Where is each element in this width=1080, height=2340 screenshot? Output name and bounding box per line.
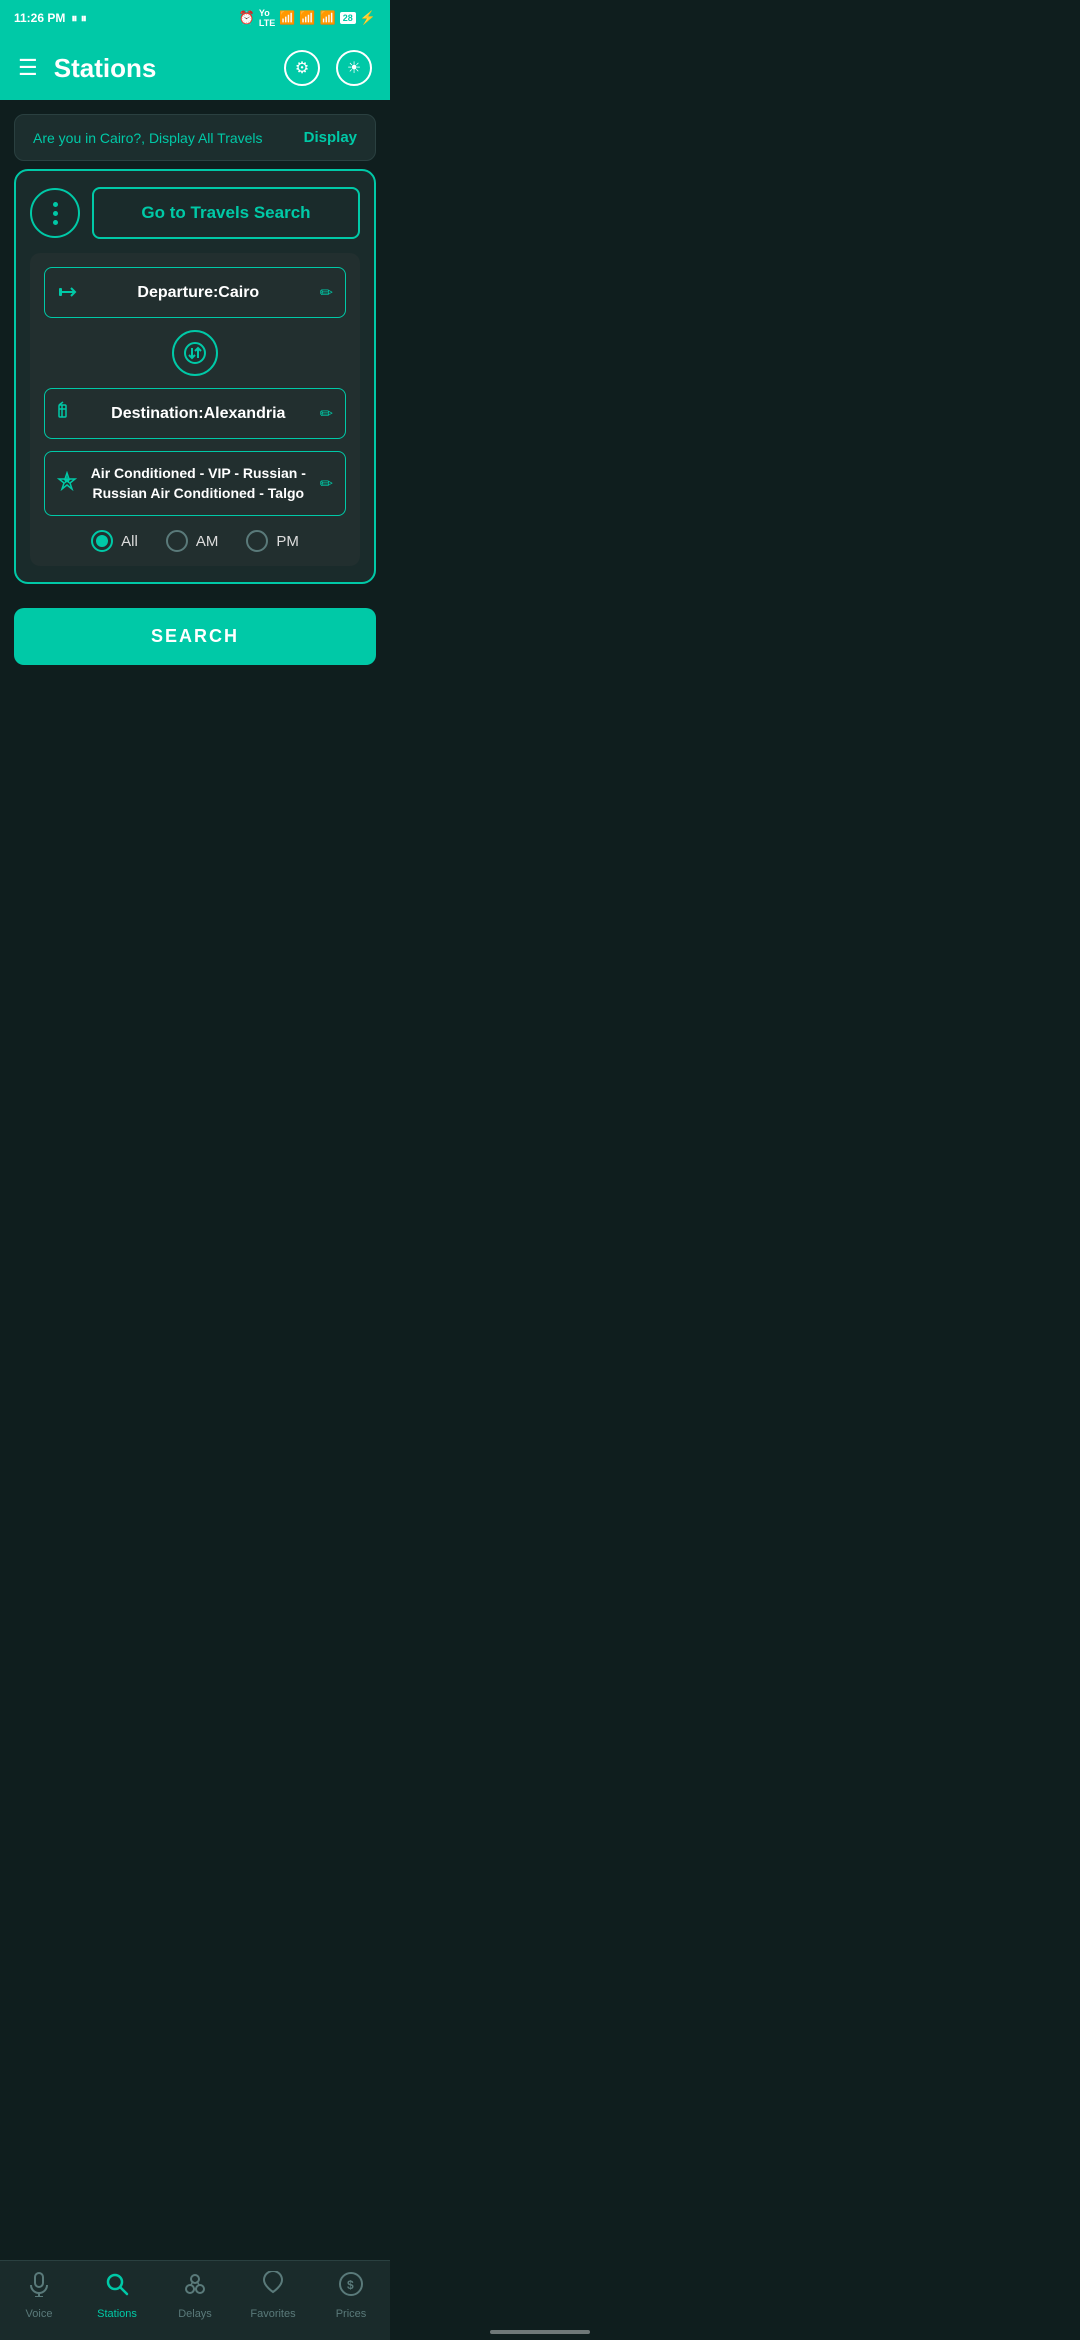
battery-display: 28 [340, 12, 356, 24]
radio-am[interactable]: AM [166, 530, 219, 552]
departure-icon [57, 280, 77, 305]
swap-directions-button[interactable] [172, 330, 218, 376]
radio-circle-pm [246, 530, 268, 552]
media-icons: ⏸ ⏸ [71, 11, 86, 26]
radio-all[interactable]: All [91, 530, 138, 552]
home-indicator [490, 2330, 590, 2334]
hamburger-menu-icon[interactable]: ☰ [18, 55, 38, 81]
app-bar: ☰ Stations ⚙ ☀ [0, 36, 390, 100]
destination-edit-icon[interactable]: ✏ [320, 404, 333, 424]
radio-pm[interactable]: PM [246, 530, 299, 552]
favorites-icon [260, 2271, 286, 2304]
destination-value: Destination:Alexandria [87, 405, 310, 423]
theme-toggle-button[interactable]: ☀ [336, 50, 372, 86]
options-menu-button[interactable] [30, 188, 80, 238]
delays-icon [182, 2271, 208, 2304]
destination-icon [57, 401, 77, 426]
train-type-field[interactable]: Air Conditioned - VIP - Russian - Russia… [44, 451, 346, 516]
nav-item-delays[interactable]: Delays [165, 2271, 225, 2320]
three-dots-icon [53, 202, 58, 225]
destination-field[interactable]: Destination:Alexandria ✏ [44, 388, 346, 439]
search-card: Go to Travels Search Departure:Cairo ✏ [14, 169, 376, 584]
settings-button[interactable]: ⚙ [284, 50, 320, 86]
location-banner: Are you in Cairo?, Display All Travels D… [14, 114, 376, 161]
radio-label-am: AM [196, 533, 219, 550]
nav-label-prices: Prices [336, 2308, 367, 2320]
app-bar-title: Stations [54, 53, 157, 84]
nav-label-voice: Voice [26, 2308, 53, 2320]
card-top-row: Go to Travels Search [30, 187, 360, 239]
bottom-nav: Voice Stations Delays [0, 2260, 390, 2340]
banner-text: Are you in Cairo?, Display All Travels [33, 130, 263, 146]
stations-icon [104, 2271, 130, 2304]
nav-label-delays: Delays [178, 2308, 212, 2320]
swap-row [44, 330, 346, 376]
train-type-value: Air Conditioned - VIP - Russian - Russia… [87, 464, 310, 503]
charging-icon: ⚡ [360, 10, 376, 26]
departure-field[interactable]: Departure:Cairo ✏ [44, 267, 346, 318]
voice-icon [26, 2271, 52, 2304]
nav-label-stations: Stations [97, 2308, 137, 2320]
wifi-icon: 📶 [320, 10, 336, 26]
radio-inner-all [96, 535, 108, 547]
nav-item-voice[interactable]: Voice [9, 2271, 69, 2320]
status-bar: 11:26 PM ⏸ ⏸ ⏰ YoLTE 📶 📶 📶 28 ⚡ [0, 0, 390, 36]
search-button[interactable]: SEARCH [14, 608, 376, 665]
alarm-icon: ⏰ [239, 10, 255, 26]
svg-text:$: $ [347, 2278, 354, 2292]
train-type-icon [57, 471, 77, 496]
status-bar-right: ⏰ YoLTE 📶 📶 📶 28 ⚡ [239, 8, 376, 28]
time-filter-row: All AM PM [44, 530, 346, 552]
nav-label-favorites: Favorites [250, 2308, 295, 2320]
settings-icon: ⚙ [295, 58, 309, 78]
departure-edit-icon[interactable]: ✏ [320, 283, 333, 303]
signal-icon-2: 📶 [299, 10, 315, 26]
search-form: Departure:Cairo ✏ [30, 253, 360, 566]
nav-item-stations[interactable]: Stations [87, 2271, 147, 2320]
signal-icon: 📶 [279, 10, 295, 26]
radio-label-all: All [121, 533, 138, 550]
brightness-icon: ☀ [347, 58, 361, 78]
app-bar-actions: ⚙ ☀ [284, 50, 372, 86]
radio-circle-am [166, 530, 188, 552]
app-bar-left: ☰ Stations [18, 53, 156, 84]
nav-item-favorites[interactable]: Favorites [243, 2271, 303, 2320]
time-display: 11:26 PM [14, 11, 65, 25]
nav-item-prices[interactable]: $ Prices [321, 2271, 381, 2320]
goto-travels-button[interactable]: Go to Travels Search [92, 187, 360, 239]
lte-icon: YoLTE [259, 8, 275, 28]
status-bar-left: 11:26 PM ⏸ ⏸ [14, 11, 87, 26]
radio-label-pm: PM [276, 533, 299, 550]
train-type-edit-icon[interactable]: ✏ [320, 474, 333, 494]
prices-icon: $ [338, 2271, 364, 2304]
departure-value: Departure:Cairo [87, 284, 310, 302]
display-button[interactable]: Display [304, 129, 357, 146]
radio-circle-all [91, 530, 113, 552]
